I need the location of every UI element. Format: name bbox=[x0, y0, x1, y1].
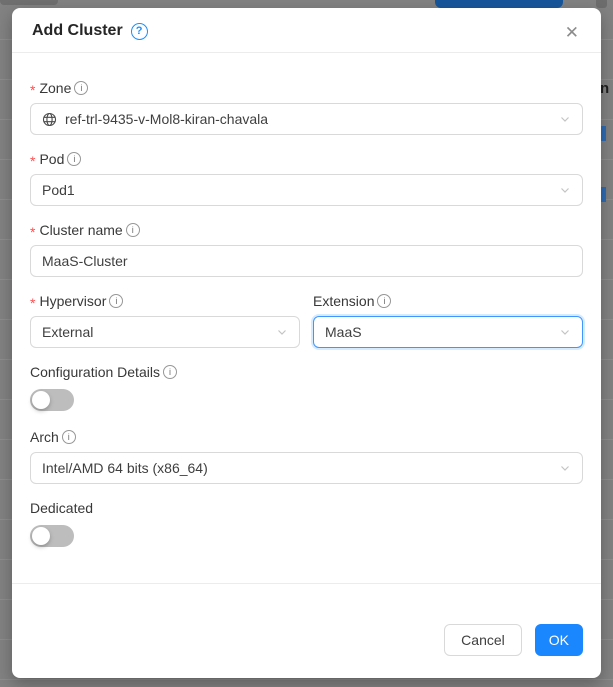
dedicated-label: Dedicated bbox=[30, 497, 583, 519]
hypervisor-value: External bbox=[42, 324, 93, 340]
chevron-down-icon bbox=[276, 326, 288, 338]
form-item-arch: Arch i Intel/AMD 64 bits (x86_64) bbox=[30, 426, 583, 484]
dedicated-toggle[interactable] bbox=[30, 525, 74, 547]
chevron-down-icon bbox=[559, 462, 571, 474]
close-button[interactable]: ✕ bbox=[561, 20, 583, 45]
configuration-details-label: Configuration Details i bbox=[30, 361, 583, 383]
form-item-hypervisor: * Hypervisor i External bbox=[30, 290, 300, 348]
required-marker: * bbox=[30, 225, 35, 239]
info-icon[interactable]: i bbox=[67, 152, 81, 166]
arch-label: Arch i bbox=[30, 426, 583, 448]
required-marker: * bbox=[30, 154, 35, 168]
dialog-footer: Cancel OK bbox=[12, 583, 601, 678]
arch-value: Intel/AMD 64 bits (x86_64) bbox=[42, 460, 208, 476]
form-item-zone: * Zone i ref-trl-9435-v-Mol8-kiran-chava… bbox=[30, 77, 583, 135]
cluster-name-value: MaaS-Cluster bbox=[42, 253, 128, 269]
pod-select[interactable]: Pod1 bbox=[30, 174, 583, 206]
cluster-name-input[interactable]: MaaS-Cluster bbox=[30, 245, 583, 277]
ok-button[interactable]: OK bbox=[535, 624, 583, 656]
globe-icon bbox=[42, 112, 57, 127]
chevron-down-icon bbox=[559, 326, 571, 338]
form-item-configuration-details: Configuration Details i bbox=[30, 361, 583, 411]
form-item-cluster-name: * Cluster name i MaaS-Cluster bbox=[30, 219, 583, 277]
close-icon: ✕ bbox=[565, 23, 579, 42]
arch-select[interactable]: Intel/AMD 64 bits (x86_64) bbox=[30, 452, 583, 484]
info-icon[interactable]: i bbox=[62, 430, 76, 444]
form-item-pod: * Pod i Pod1 bbox=[30, 148, 583, 206]
background-add-cluster-button-fragment bbox=[435, 0, 563, 8]
info-icon[interactable]: i bbox=[109, 294, 123, 308]
required-marker: * bbox=[30, 296, 35, 310]
cluster-name-label: * Cluster name i bbox=[30, 219, 583, 241]
dialog-title: Add Cluster bbox=[32, 22, 123, 40]
chevron-down-icon bbox=[559, 113, 571, 125]
toggle-knob bbox=[32, 527, 50, 545]
background-text-fragment: n bbox=[600, 80, 609, 97]
info-icon[interactable]: i bbox=[163, 365, 177, 379]
zone-value: ref-trl-9435-v-Mol8-kiran-chavala bbox=[65, 111, 268, 127]
toggle-knob bbox=[32, 391, 50, 409]
info-icon[interactable]: i bbox=[377, 294, 391, 308]
required-marker: * bbox=[30, 83, 35, 97]
background-icon-fragment bbox=[596, 0, 607, 8]
hypervisor-select[interactable]: External bbox=[30, 316, 300, 348]
background-toolbar-fragment bbox=[0, 0, 58, 5]
extension-value: MaaS bbox=[325, 324, 362, 340]
cancel-button[interactable]: Cancel bbox=[444, 624, 522, 656]
pod-value: Pod1 bbox=[42, 182, 75, 198]
add-cluster-dialog: Add Cluster ? ✕ * Zone i ref-trl-9435-v-… bbox=[12, 8, 601, 678]
form-item-extension: Extension i MaaS bbox=[313, 290, 583, 348]
configuration-details-toggle[interactable] bbox=[30, 389, 74, 411]
info-icon[interactable]: i bbox=[126, 223, 140, 237]
chevron-down-icon bbox=[559, 184, 571, 196]
extension-select[interactable]: MaaS bbox=[313, 316, 583, 348]
pod-label: * Pod i bbox=[30, 148, 583, 170]
dialog-body: * Zone i ref-trl-9435-v-Mol8-kiran-chava… bbox=[12, 53, 601, 562]
zone-label: * Zone i bbox=[30, 77, 583, 99]
extension-label: Extension i bbox=[313, 290, 583, 312]
dialog-header: Add Cluster ? ✕ bbox=[12, 8, 601, 53]
form-row-hypervisor-extension: * Hypervisor i External Extension i M bbox=[30, 290, 583, 348]
background-blue-button-fragment bbox=[601, 187, 606, 202]
hypervisor-label: * Hypervisor i bbox=[30, 290, 300, 312]
zone-select[interactable]: ref-trl-9435-v-Mol8-kiran-chavala bbox=[30, 103, 583, 135]
info-icon[interactable]: i bbox=[74, 81, 88, 95]
form-item-dedicated: Dedicated bbox=[30, 497, 583, 547]
background-blue-button-fragment bbox=[601, 126, 606, 141]
help-circle-icon[interactable]: ? bbox=[131, 23, 148, 40]
